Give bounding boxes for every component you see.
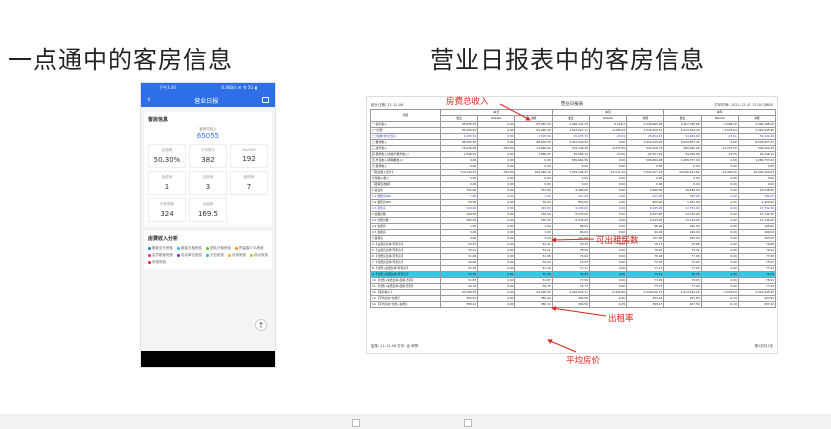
table-cell: 399.56	[551, 301, 590, 308]
legend-dot-icon	[206, 247, 209, 250]
share-icon[interactable]	[262, 97, 269, 103]
metric-label: RevPAR	[242, 148, 256, 152]
daily-report-sheet: 统计日期: 21-12-06 营业日报表 打印时间: 2021-12-07 13…	[366, 96, 778, 354]
legend-item: 长包房费	[206, 253, 224, 258]
legend-dot-icon	[250, 254, 253, 257]
col-item: 项目	[370, 109, 441, 122]
metric-avg-price: 平均房价 382	[189, 144, 227, 168]
legend-label: 预留客OTA房费	[239, 246, 264, 250]
metric-value: 1	[164, 183, 170, 191]
legend-label: 钟点房费	[254, 253, 268, 257]
annotation-rooms: 可出租房数	[596, 236, 639, 246]
legend-dot-icon	[177, 254, 180, 257]
table-cell: -0.39	[588, 301, 628, 308]
legend-label: 长包房费	[210, 253, 224, 257]
toolbar-box-icon[interactable]	[464, 419, 472, 427]
kpi-value: 65055	[196, 132, 220, 140]
legend-dot-icon	[206, 254, 209, 257]
right-heading: 营业日报表中的客房信息	[430, 46, 705, 74]
metric-label: 维修房	[243, 175, 255, 179]
metric-self-use: 自用房 3	[189, 171, 227, 195]
metric-value: 169.5	[197, 210, 219, 218]
metric-value: 324	[160, 210, 174, 218]
legend-label: 自用房费	[232, 253, 246, 257]
annotation-occupancy: 出租率	[608, 314, 634, 324]
row-label: 14.【平均房价(付费+免费)】	[370, 301, 441, 308]
legend-dot-icon	[235, 247, 238, 250]
metric-value: 192	[242, 155, 256, 163]
annotation-avg-price: 平均房价	[566, 356, 601, 366]
metric-value: 3	[205, 183, 211, 191]
legend-label: 团队日租房费	[210, 246, 231, 250]
metric-label: 可售房数	[160, 202, 174, 206]
legend-item: 协议单位房费	[177, 253, 202, 258]
metric-occupancy: 出租率 50.30%	[148, 144, 186, 168]
legend-item: 其他房费	[148, 260, 166, 265]
report-print-time: 打印时间: 2021-12-07 13:30 DBBS	[714, 103, 773, 107]
legend-dot-icon	[148, 247, 151, 250]
metric-value: 50.30%	[153, 156, 181, 164]
legend-dot-icon	[148, 254, 151, 257]
metric-value: 7	[246, 183, 252, 191]
legend-label: 会员散客房费	[152, 253, 173, 257]
metric-label: 免费房	[161, 175, 173, 179]
room-revenue-kpi: 客房总收入 65055	[148, 127, 268, 140]
table-cell: 399.17	[626, 301, 665, 308]
table-cell: 380.12	[514, 301, 553, 308]
nav-title: 营业日报	[194, 97, 219, 105]
report-table: 项目 本日 本月 本年 发生 Rebate 净额 发生 Rebate 净额 发生 Rebate…	[370, 109, 777, 308]
scroll-top-button[interactable]: ↑	[255, 319, 267, 331]
status-time: 下午3:30	[159, 85, 176, 90]
table-cell: 0.00	[477, 301, 516, 308]
phone-nav-bar: ‹ 营业日报	[141, 93, 275, 107]
room-revenue-analysis-card: 房费收入分析 散客全日房费 散客日租房费 团队日租房费 预留客OTA房费会员散客房费 协…	[144, 231, 272, 269]
metric-free-rooms: 免费房 1	[148, 171, 186, 195]
legend-item: 散客日租房费	[177, 246, 202, 251]
metric-label: 出租房	[202, 202, 214, 206]
legend-label: 其他房费	[152, 260, 166, 264]
table-cell: -0.19	[700, 301, 739, 308]
metric-label: 平均房价	[201, 148, 215, 152]
table-row: 14.【平均房价(付费+免费)】 380.12 0.00 380.12 399.56 -0…	[370, 301, 777, 308]
room-metrics-grid: 出租率 50.30% 平均房价 382 RevPAR 192 免费房 1 自用房 3 维修…	[148, 144, 268, 222]
status-indicators: 0.4KB/s ✉ 令 5G ▮	[221, 85, 257, 90]
metric-label: 自用房	[202, 175, 214, 179]
analysis-title: 房费收入分析	[148, 236, 179, 242]
phone-home-bar	[141, 351, 275, 367]
metric-value: 382	[201, 156, 215, 164]
legend-dot-icon	[177, 247, 180, 250]
table-cell: 407.40	[737, 301, 777, 308]
room-info-title: 客房信息	[148, 117, 169, 123]
metric-sellable: 可售房数 324	[148, 198, 186, 222]
legend-item: 散客全日房费	[148, 246, 173, 251]
report-footer-left: 复核: 21-12-06 打印: 会 审夢	[371, 344, 419, 348]
metric-rented: 出租房 169.5	[189, 198, 227, 222]
legend-item: 钟点房费	[250, 253, 268, 258]
metric-label: 出租率	[161, 148, 173, 152]
phone-status-bar: 下午3:30 0.4KB/s ✉ 令 5G ▮	[141, 83, 275, 93]
left-heading: 一点通中的客房信息	[8, 46, 233, 74]
table-cell: 407.59	[663, 301, 702, 308]
metric-maintenance: 维修房 7	[230, 171, 268, 195]
legend-item: 团队日租房费	[206, 246, 231, 251]
toolbar-box-icon[interactable]	[352, 419, 360, 427]
legend-label: 散客全日房费	[152, 246, 173, 250]
legend-dot-icon	[228, 254, 231, 257]
legend-item: 预留客OTA房费	[235, 246, 264, 251]
legend-label: 散客日租房费	[181, 246, 202, 250]
annotation-revenue: 房费总收入	[446, 97, 489, 107]
legend-item: 会员散客房费	[148, 253, 173, 258]
legend-item: 自用房费	[228, 253, 246, 258]
bottom-toolbar-strip	[0, 414, 831, 429]
table-cell: 380.12	[439, 301, 479, 308]
back-icon[interactable]: ‹	[147, 95, 151, 105]
metric-revpar: RevPAR 192	[230, 144, 268, 168]
report-page-number: 第1页共1页	[754, 344, 773, 348]
revenue-legend: 散客全日房费 散客日租房费 团队日租房费 预留客OTA房费会员散客房费 协议单位房费 长包…	[148, 246, 268, 265]
phone-screenshot: 下午3:30 0.4KB/s ✉ 令 5G ▮ ‹ 营业日报 客房信息 客房总收…	[140, 82, 276, 368]
room-info-card: 客房信息 客房总收入 65055 出租率 50.30% 平均房价 382 RevPA…	[144, 112, 272, 226]
legend-dot-icon	[148, 261, 151, 264]
legend-label: 协议单位房费	[181, 253, 202, 257]
